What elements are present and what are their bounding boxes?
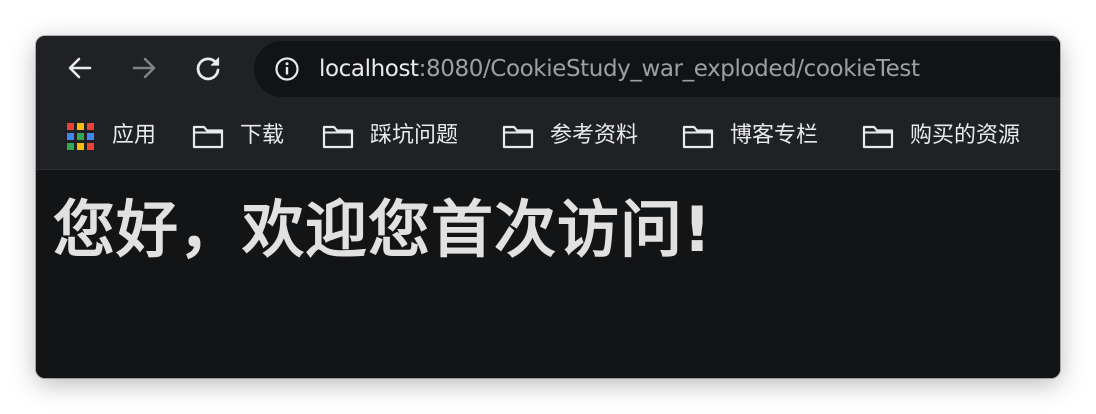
reload-icon bbox=[196, 57, 220, 81]
folder-icon bbox=[192, 125, 224, 149]
folder-icon bbox=[682, 125, 714, 149]
reload-button[interactable] bbox=[190, 50, 226, 86]
apps-grid-dot bbox=[66, 122, 74, 130]
url-path: :8080/CookieStudy_war_exploded/cookieTes… bbox=[418, 56, 920, 82]
bookmark-folder-purchased[interactable]: 购买的资源 bbox=[862, 122, 1020, 150]
apps-grid-dot bbox=[66, 132, 74, 140]
forward-button[interactable] bbox=[126, 50, 162, 86]
bookmark-folder-references[interactable]: 参考资料 bbox=[502, 122, 638, 150]
bookmark-folder-blog[interactable]: 博客专栏 bbox=[682, 122, 818, 150]
arrow-right-icon bbox=[132, 57, 156, 79]
apps-grid-icon bbox=[66, 122, 94, 150]
bookmark-label: 踩坑问题 bbox=[370, 123, 459, 148]
arrow-left-icon bbox=[68, 57, 92, 79]
bookmark-label: 购买的资源 bbox=[910, 123, 1021, 148]
bookmark-folder-downloads[interactable]: 下载 bbox=[192, 122, 284, 150]
bookmarks-bar: 应用 下载 踩坑问题 参考资料 博客专栏 购买的资源 bbox=[36, 100, 1060, 170]
apps-grid-dot bbox=[66, 142, 74, 150]
apps-grid-dot bbox=[76, 122, 84, 130]
bookmark-apps-label: 应用 bbox=[112, 123, 157, 148]
bookmark-label: 下载 bbox=[240, 123, 285, 148]
info-icon[interactable] bbox=[275, 57, 299, 81]
bookmark-label: 博客专栏 bbox=[730, 123, 819, 148]
apps-grid-dot bbox=[86, 132, 94, 140]
folder-icon bbox=[502, 125, 534, 149]
browser-window: localhost:8080/CookieStudy_war_exploded/… bbox=[36, 36, 1060, 378]
screenshot-stage: localhost:8080/CookieStudy_war_exploded/… bbox=[0, 0, 1096, 414]
url-host: localhost bbox=[319, 56, 419, 82]
apps-grid-dot bbox=[86, 142, 94, 150]
folder-icon bbox=[862, 125, 894, 149]
apps-grid-dot bbox=[86, 122, 94, 130]
browser-toolbar: localhost:8080/CookieStudy_war_exploded/… bbox=[36, 36, 1060, 100]
folder-icon bbox=[322, 125, 354, 149]
bookmark-folder-issues[interactable]: 踩坑问题 bbox=[322, 122, 458, 150]
url-text[interactable]: localhost:8080/CookieStudy_war_exploded/… bbox=[319, 54, 920, 84]
back-button[interactable] bbox=[62, 50, 98, 86]
bookmark-apps[interactable]: 应用 bbox=[66, 122, 156, 150]
address-bar[interactable]: localhost:8080/CookieStudy_war_exploded/… bbox=[254, 41, 1060, 97]
apps-grid-dot bbox=[76, 132, 84, 140]
bookmark-label: 参考资料 bbox=[550, 123, 639, 148]
page-content: 您好，欢迎您首次访问! bbox=[36, 170, 1060, 378]
apps-grid-dot bbox=[76, 142, 84, 150]
page-heading: 您好，欢迎您首次访问! bbox=[53, 193, 713, 266]
